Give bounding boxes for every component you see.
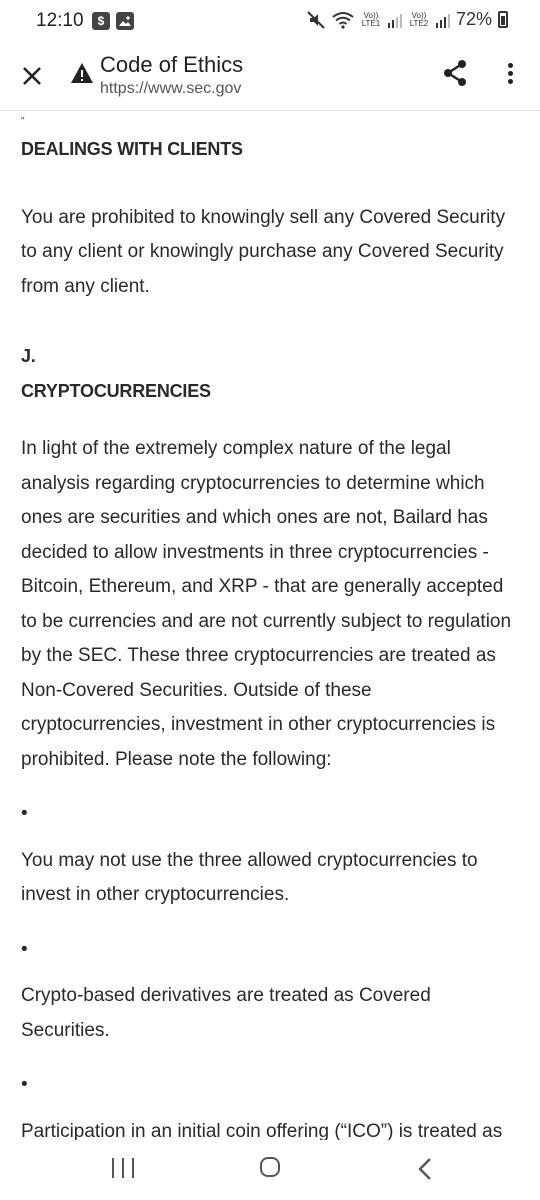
image-icon [116, 12, 134, 30]
warning-icon[interactable] [70, 62, 94, 84]
bullet-text: Participation in an initial coin offerin… [21, 1120, 503, 1141]
navigation-bar [0, 1140, 540, 1200]
lte2-label: Vo)) LTE2 [409, 10, 429, 28]
section-heading-dealings: DEALINGS WITH CLIENTS [21, 139, 243, 159]
recent-apps-icon[interactable] [112, 1158, 134, 1180]
status-time: 12:10 [36, 10, 84, 31]
wifi-icon [332, 11, 354, 29]
cut-off-text-fragment: " [21, 116, 25, 127]
status-bar: 12:10 $ Vo)) LTE1 Vo)) LTE2 72% [0, 0, 540, 42]
mute-icon [307, 10, 325, 29]
bullet-text: You may not use the three allowed crypto… [21, 849, 478, 906]
section-letter-j: J. [21, 346, 36, 366]
back-icon[interactable] [414, 1156, 436, 1182]
custom-tab-toolbar: Code of Ethics https://www.sec.gov [0, 42, 540, 111]
bullet-text: Crypto-based derivatives are treated as … [21, 985, 431, 1041]
notification-icons: $ [92, 12, 134, 30]
close-icon[interactable] [18, 62, 46, 90]
more-options-icon[interactable] [500, 60, 520, 88]
battery-icon [498, 11, 508, 28]
share-icon[interactable] [440, 58, 470, 88]
document-content: " DEALINGS WITH CLIENTS You are prohibit… [21, 112, 521, 1141]
page-title: Code of Ethics [100, 52, 244, 77]
bullet-marker: • [21, 938, 28, 960]
battery-percent: 72% [455, 9, 492, 29]
section-body-cryptocurrencies: In light of the extremely complex nature… [21, 438, 512, 770]
signal-lte2-icon [435, 13, 450, 28]
home-icon[interactable] [260, 1157, 280, 1177]
system-indicators: Vo)) LTE1 Vo)) LTE2 72% [306, 9, 508, 30]
signal-lte1-icon [387, 13, 402, 28]
section-body-dealings: You are prohibited to knowingly sell any… [21, 206, 506, 297]
bullet-marker: • [21, 1074, 28, 1095]
bullet-marker: • [21, 803, 28, 824]
shopping-bag-icon: $ [92, 12, 110, 30]
lte1-label: Vo)) LTE1 [361, 10, 381, 28]
page-url: https://www.sec.gov [100, 80, 242, 97]
section-heading-cryptocurrencies: CRYPTOCURRENCIES [21, 380, 211, 401]
